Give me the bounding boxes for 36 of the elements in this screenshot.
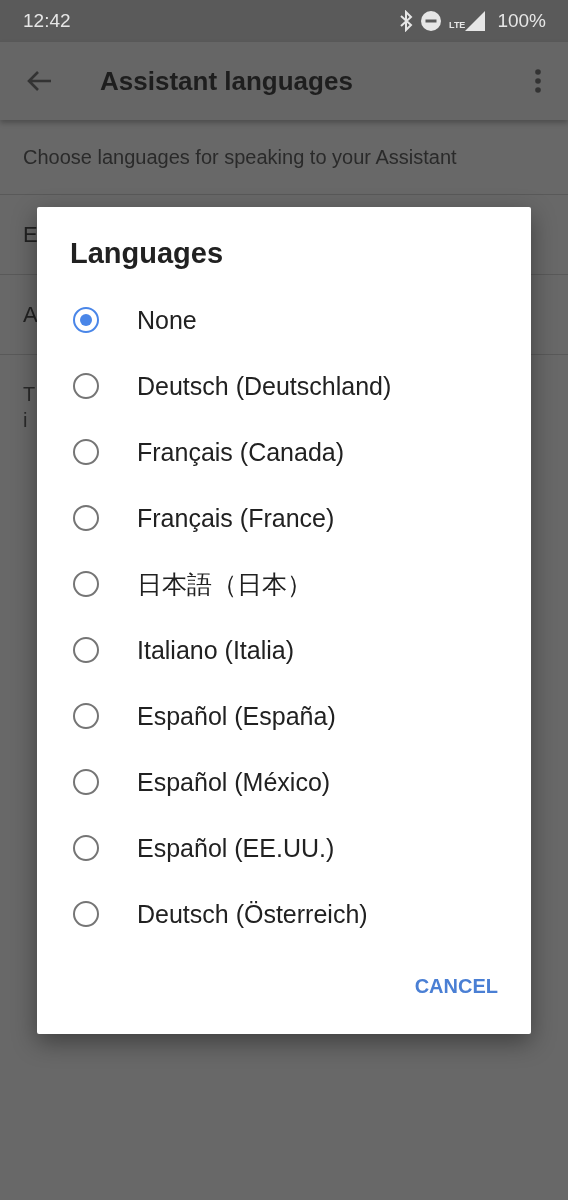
language-option[interactable]: Español (EE.UU.): [137, 833, 335, 863]
signal-icon: [465, 11, 486, 31]
radio-button[interactable]: [73, 637, 99, 663]
note-text: i: [23, 408, 28, 433]
do-not-disturb-icon: [421, 11, 442, 31]
language-option[interactable]: Español (España): [137, 701, 336, 731]
radio-button[interactable]: [73, 571, 99, 597]
back-arrow-icon[interactable]: [26, 70, 52, 92]
language-option[interactable]: Français (Canada): [137, 437, 345, 467]
language-option[interactable]: Deutsch (Österreich): [137, 899, 368, 929]
status-time: 12:42: [23, 10, 71, 32]
radio-button[interactable]: [73, 835, 99, 861]
language-option[interactable]: Italiano (Italia): [137, 635, 295, 665]
language-option[interactable]: Français (France): [137, 503, 335, 533]
radio-button[interactable]: [73, 439, 99, 465]
language-option[interactable]: 日本語（日本）: [137, 567, 312, 601]
toolbar-title: Assistant languages: [100, 65, 354, 97]
radio-button[interactable]: [73, 373, 99, 399]
radio-button[interactable]: [73, 703, 99, 729]
language-option[interactable]: None: [137, 305, 197, 335]
radio-button[interactable]: [73, 769, 99, 795]
language-option[interactable]: Español (México): [137, 767, 331, 797]
more-options-icon[interactable]: [534, 69, 542, 93]
dialog-title: Languages: [69, 237, 225, 270]
cancel-button[interactable]: CANCEL: [405, 967, 507, 1006]
language-option[interactable]: Deutsch (Deutschland): [137, 371, 392, 401]
network-type-label: LTE: [449, 20, 466, 30]
language-row-label: A: [23, 301, 38, 328]
language-row-label: E: [23, 221, 38, 248]
description-text: Choose languages for speaking to your Assistant: [0, 120, 568, 195]
radio-button[interactable]: [73, 901, 99, 927]
note-text: T: [23, 382, 36, 407]
battery-level: 100%: [497, 10, 546, 32]
bluetooth-icon: [399, 10, 414, 32]
radio-button[interactable]: [73, 307, 99, 333]
radio-button[interactable]: [73, 505, 99, 531]
